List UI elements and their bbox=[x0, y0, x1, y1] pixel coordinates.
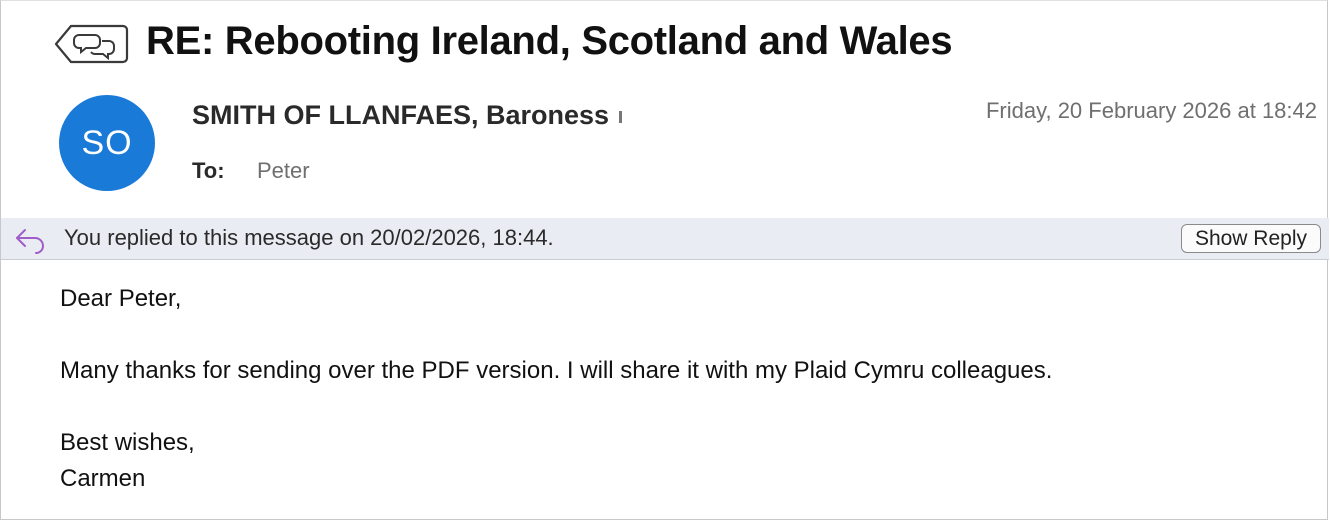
sender-name[interactable]: SMITH OF LLANFAES, Baroness bbox=[192, 100, 623, 131]
body-paragraph: Many thanks for sending over the PDF ver… bbox=[60, 357, 1053, 384]
sender-name-text: SMITH OF LLANFAES, Baroness bbox=[192, 100, 610, 130]
email-reading-pane: RE: Rebooting Ireland, Scotland and Wale… bbox=[0, 0, 1329, 520]
show-reply-button[interactable]: Show Reply bbox=[1180, 224, 1321, 253]
recipient-name[interactable]: Peter bbox=[257, 158, 310, 184]
email-body: Dear Peter, Many thanks for sending over… bbox=[60, 281, 1052, 497]
body-greeting: Dear Peter, bbox=[60, 285, 182, 312]
reply-arrow-icon bbox=[16, 229, 45, 254]
sender-overflow-marker bbox=[619, 110, 623, 123]
email-subject: RE: Rebooting Ireland, Scotland and Wale… bbox=[146, 19, 953, 63]
email-date: Friday, 20 February 2026 at 18:42 bbox=[985, 98, 1317, 123]
body-signature: Carmen bbox=[60, 465, 146, 492]
replied-info-bar: You replied to this message on 20/02/202… bbox=[1, 218, 1329, 260]
body-closing: Best wishes, bbox=[60, 429, 195, 456]
replied-info-text: You replied to this message on 20/02/202… bbox=[64, 225, 554, 250]
conversation-thread-icon[interactable] bbox=[53, 23, 129, 65]
sender-avatar[interactable]: SO bbox=[59, 95, 155, 191]
to-label: To: bbox=[192, 158, 225, 183]
